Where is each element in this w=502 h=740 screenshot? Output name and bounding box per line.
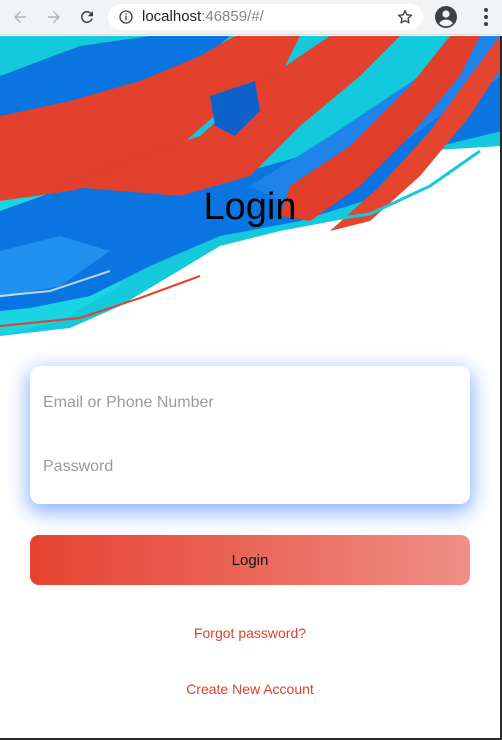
url-path: :46859/#/ [201, 8, 264, 25]
login-form-card [30, 366, 470, 504]
reload-icon [80, 10, 93, 23]
back-arrow-icon [14, 11, 26, 23]
forgot-password-link[interactable]: Forgot password? [0, 625, 500, 641]
login-button[interactable]: Login [30, 535, 470, 585]
reload-button[interactable] [75, 5, 99, 29]
address-bar[interactable]: localhost:46859/#/ [108, 4, 423, 30]
forward-button[interactable] [42, 5, 66, 29]
email-phone-field[interactable] [30, 371, 470, 435]
page-title: Login [203, 186, 297, 228]
url-text[interactable]: localhost:46859/#/ [142, 8, 264, 26]
create-account-link[interactable]: Create New Account [0, 681, 500, 697]
more-vert-icon[interactable] [474, 5, 498, 29]
star-icon[interactable] [396, 8, 414, 26]
info-icon[interactable] [118, 9, 134, 25]
browser-toolbar: localhost:46859/#/ [0, 0, 502, 35]
account-circle-icon[interactable] [434, 5, 458, 29]
forward-arrow-icon [48, 11, 60, 23]
back-button[interactable] [8, 5, 32, 29]
url-host: localhost [142, 8, 202, 25]
password-field[interactable] [30, 435, 470, 499]
login-page: Login Login Forgot password? Create New … [0, 36, 502, 740]
